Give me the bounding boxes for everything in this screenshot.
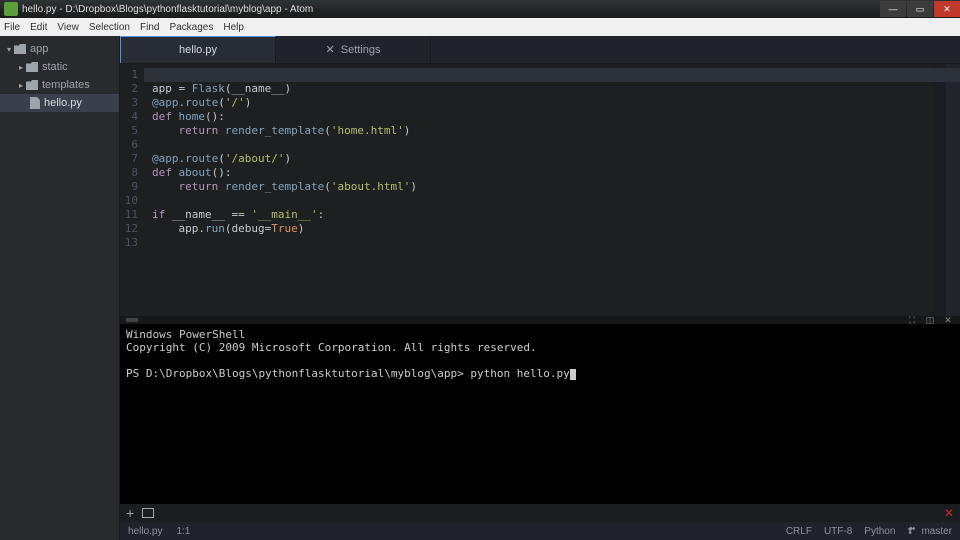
status-encoding[interactable]: UTF-8: [824, 526, 852, 537]
status-cursor-pos[interactable]: 1:1: [176, 526, 190, 537]
vertical-scrollbar[interactable]: [946, 64, 960, 316]
project-tree: ▾ app ▸ static ▸ templates hello.py: [0, 36, 120, 540]
tree-folder-templates[interactable]: ▸ templates: [0, 76, 119, 94]
chevron-right-icon: ▸: [16, 63, 26, 72]
status-file[interactable]: hello.py: [128, 526, 162, 537]
terminal-header: Windows PowerShell: [126, 328, 245, 341]
terminal-fullscreen-icon[interactable]: ⛶: [906, 316, 918, 324]
folder-icon: [26, 62, 38, 72]
menu-view[interactable]: View: [57, 22, 79, 33]
gear-icon: ✕: [326, 43, 335, 56]
menu-bar: File Edit View Selection Find Packages H…: [0, 18, 960, 36]
chevron-right-icon: ▸: [16, 81, 26, 90]
folder-icon: [26, 80, 38, 90]
terminal-input: python hello.py: [470, 367, 569, 380]
terminal-prompt: PS D:\Dropbox\Blogs\pythonflasktutorial\…: [126, 367, 470, 380]
terminal-resize-handle[interactable]: ⛶ ◫ ✕: [120, 316, 960, 324]
close-button[interactable]: ✕: [934, 1, 960, 17]
menu-file[interactable]: File: [4, 22, 20, 33]
current-line-highlight: [144, 68, 960, 82]
terminal-instance-icon[interactable]: [142, 508, 154, 518]
status-eol[interactable]: CRLF: [786, 526, 812, 537]
menu-find[interactable]: Find: [140, 22, 159, 33]
terminal-split-icon[interactable]: ◫: [924, 316, 936, 324]
tree-folder-static[interactable]: ▸ static: [0, 58, 119, 76]
menu-help[interactable]: Help: [223, 22, 244, 33]
git-branch-icon: [907, 526, 917, 536]
tab-settings[interactable]: ✕ Settings: [276, 36, 431, 63]
grip-icon: [126, 318, 138, 322]
terminal-panel[interactable]: Windows PowerShell Copyright (C) 2009 Mi…: [120, 324, 960, 504]
maximize-button[interactable]: ▭: [907, 1, 933, 17]
status-bar: hello.py 1:1 CRLF UTF-8 Python master: [120, 522, 960, 540]
code-content[interactable]: from flask import Flask, render_template…: [144, 64, 934, 316]
tab-label: Settings: [341, 44, 381, 56]
folder-icon: [14, 44, 26, 54]
editor-tabs: hello.py ✕ Settings: [120, 36, 960, 64]
menu-edit[interactable]: Edit: [30, 22, 47, 33]
code-editor[interactable]: 12345678910111213 from flask import Flas…: [120, 64, 960, 316]
tab-hello[interactable]: hello.py: [121, 36, 276, 63]
status-git-branch[interactable]: master: [907, 526, 952, 537]
window-title: hello.py - D:\Dropbox\Blogs\pythonflaskt…: [22, 4, 880, 15]
terminal-tabbar: + ✕: [120, 504, 960, 522]
tree-label: static: [42, 61, 68, 73]
menu-selection[interactable]: Selection: [89, 22, 130, 33]
menu-packages[interactable]: Packages: [169, 22, 213, 33]
tab-label: hello.py: [179, 44, 217, 56]
window-titlebar: hello.py - D:\Dropbox\Blogs\pythonflaskt…: [0, 0, 960, 18]
app-icon: [4, 2, 18, 16]
terminal-new-button[interactable]: +: [126, 505, 134, 521]
terminal-cursor: [570, 369, 576, 380]
branch-label: master: [921, 526, 952, 537]
terminal-copyright: Copyright (C) 2009 Microsoft Corporation…: [126, 341, 537, 354]
tree-folder-app[interactable]: ▾ app: [0, 40, 119, 58]
chevron-down-icon: ▾: [4, 45, 14, 54]
terminal-error-close-button[interactable]: ✕: [944, 506, 954, 520]
file-icon: [30, 97, 40, 109]
tree-label: app: [30, 43, 48, 55]
tree-label: templates: [42, 79, 90, 91]
minimize-button[interactable]: —: [880, 1, 906, 17]
line-gutter: 12345678910111213: [120, 64, 144, 316]
terminal-close-icon[interactable]: ✕: [942, 316, 954, 324]
status-language[interactable]: Python: [864, 526, 895, 537]
minimap[interactable]: [934, 64, 946, 316]
tree-file-hello[interactable]: hello.py: [0, 94, 119, 112]
tree-label: hello.py: [44, 97, 82, 109]
